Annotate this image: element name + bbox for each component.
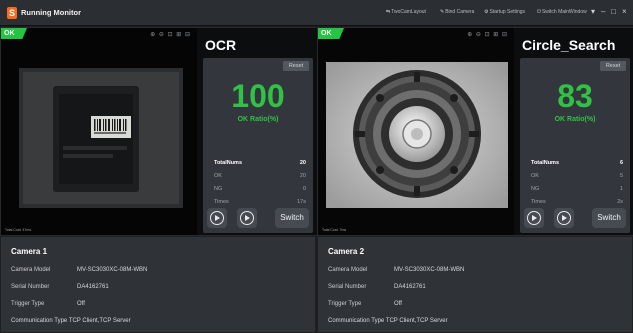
camera-1-panel: OK ⊕ ⊖ ⊡ ⊞ ⊟ Total Cost: 47ms OCR Reset … [0, 27, 317, 236]
bind-camera-label: Bind Camera [445, 9, 475, 15]
info-row-serial-number: Serial Number DA4162761 [328, 284, 426, 290]
zoom-tools-icon[interactable]: ⊕ ⊖ ⊡ ⊞ ⊟ [150, 31, 191, 38]
info-row-camera-model: Camera Model MV-SC3030XC-08M-WBN [11, 267, 147, 273]
reset-button[interactable]: Reset [283, 61, 309, 71]
stat-label: NG [214, 186, 223, 192]
stat-row-totalnums: TotalNums 6 [531, 158, 623, 168]
app-logo-icon: S [7, 7, 17, 19]
stat-label: NG [531, 186, 540, 192]
info-value: Off [394, 301, 402, 307]
stat-row-times: Times 2s [531, 197, 623, 207]
startup-settings-icon: ⚙ [484, 9, 489, 15]
stat-value: 2s [617, 199, 623, 205]
switch-window-icon: ⏻ [537, 9, 541, 15]
camera-1-info-panel: Camera 1 Camera Model MV-SC3030XC-08M-WBN… [0, 236, 316, 333]
camera-2-panel: OK ⊕ ⊖ ⊡ ⊞ ⊟ Total Cost: 7ms Circle_Sear… [317, 27, 633, 236]
switch-mainwindow-label: Switch MainWindow [541, 9, 587, 15]
stat-value: 1 [619, 186, 623, 192]
stat-row-ng: NG 1 [531, 184, 623, 194]
stat-value: 6 [619, 160, 623, 166]
ok-ratio-label: OK Ratio(%) [237, 116, 279, 123]
startup-settings-label: Startup Settings [489, 9, 526, 15]
ok-ratio-value: 100 [231, 78, 285, 114]
info-label: Trigger Type [328, 301, 362, 307]
stat-row-ok: OK 5 [531, 171, 623, 181]
title-bar: S Running Monitor ⇆TwoCamLayout ✎Bind Ca… [0, 0, 633, 26]
stat-label: TotalNums [214, 160, 243, 166]
stat-value: 5 [619, 173, 623, 179]
info-value: TCP Client,TCP Server [68, 318, 131, 324]
single-run-button[interactable] [524, 208, 544, 228]
reset-button[interactable]: Reset [600, 61, 626, 71]
camera-title: Camera 1 [11, 247, 48, 256]
zoom-tools-icon[interactable]: ⊕ ⊖ ⊡ ⊞ ⊟ [467, 31, 508, 38]
ok-ratio-label: OK Ratio(%) [554, 116, 596, 123]
info-row-camera-model: Camera Model MV-SC3030XC-08M-WBN [328, 267, 464, 273]
info-label: Serial Number [11, 284, 50, 290]
info-value: DA4162761 [77, 284, 109, 290]
info-label: Camera Model [328, 267, 368, 273]
stat-value: 20 [299, 173, 306, 179]
recipe-title: Circle_Search [522, 37, 616, 53]
stat-row-times: Times 17s [214, 197, 306, 207]
info-row-communication-type: Communication Type TCP Client,TCP Server [11, 318, 131, 324]
startup-settings-button[interactable]: ⚙Startup Settings [484, 9, 525, 15]
stat-label: OK [214, 173, 222, 179]
single-run-button[interactable] [207, 208, 227, 228]
camera-2-stats-panel: Circle_Search Reset 83 OK Ratio(%) Total… [516, 28, 633, 235]
stat-row-ng: NG 0 [214, 184, 306, 194]
minimize-icon[interactable]: – [601, 7, 605, 17]
info-row-trigger-type: Trigger Type Off [11, 301, 85, 307]
info-value: MV-SC3030XC-08M-WBN [77, 267, 148, 273]
recipe-title: OCR [205, 37, 237, 53]
stats-card: Reset 83 OK Ratio(%) TotalNums 6 OK 5 NG… [520, 58, 630, 233]
info-row-serial-number: Serial Number DA4162761 [11, 284, 109, 290]
info-label: Trigger Type [11, 301, 45, 307]
continuous-run-button[interactable] [554, 208, 574, 228]
info-value: TCP Client,TCP Server [385, 318, 448, 324]
continuous-run-button[interactable] [237, 208, 257, 228]
stat-value: 17s [297, 199, 306, 205]
stat-label: OK [531, 173, 539, 179]
info-row-communication-type: Communication Type TCP Client,TCP Server [328, 318, 448, 324]
total-cost-label: Total Cost: 47ms [5, 228, 32, 232]
camera-2-image-view[interactable]: OK ⊕ ⊖ ⊡ ⊞ ⊟ Total Cost: 7ms [318, 28, 514, 235]
window-title: Running Monitor [21, 8, 81, 17]
stats-card: Reset 100 OK Ratio(%) TotalNums 20 OK 20… [203, 58, 313, 233]
stat-row-ok: OK 20 [214, 171, 306, 181]
stat-row-totalnums: TotalNums 20 [214, 158, 306, 168]
camera-1-image [1, 28, 197, 235]
pin-icon[interactable]: ▾ [591, 7, 595, 17]
layout-icon: ⇆ [386, 9, 391, 15]
close-icon[interactable]: × [622, 7, 627, 17]
info-value: DA4162761 [394, 284, 426, 290]
stat-label: Times [214, 199, 229, 205]
stat-label: TotalNums [531, 160, 560, 166]
layout-button[interactable]: ⇆TwoCamLayout [386, 9, 426, 15]
info-row-trigger-type: Trigger Type Off [328, 301, 402, 307]
info-label: Serial Number [328, 284, 367, 290]
camera-1-image-view[interactable]: OK ⊕ ⊖ ⊡ ⊞ ⊟ Total Cost: 47ms [1, 28, 197, 235]
switch-button[interactable]: Switch [275, 208, 309, 228]
switch-button[interactable]: Switch [592, 208, 626, 228]
info-label: Communication Type [11, 318, 68, 324]
ok-ratio-value: 83 [557, 78, 593, 114]
info-label: Camera Model [11, 267, 51, 273]
info-label: Communication Type [328, 318, 385, 324]
bind-camera-icon: ✎ [440, 9, 445, 15]
camera-2-image [318, 28, 514, 235]
stat-value: 20 [299, 160, 306, 166]
stat-label: Times [531, 199, 546, 205]
info-value: MV-SC3030XC-08M-WBN [394, 267, 465, 273]
camera-1-stats-panel: OCR Reset 100 OK Ratio(%) TotalNums 20 O… [199, 28, 317, 235]
maximize-icon[interactable]: □ [611, 7, 616, 17]
camera-title: Camera 2 [328, 247, 365, 256]
info-value: Off [77, 301, 85, 307]
camera-2-info-panel: Camera 2 Camera Model MV-SC3030XC-08M-WBN… [317, 236, 633, 333]
switch-mainwindow-button[interactable]: ⏻Switch MainWindow [537, 9, 587, 15]
total-cost-label: Total Cost: 7ms [322, 228, 347, 232]
stat-value: 0 [302, 186, 306, 192]
layout-label: TwoCamLayout [391, 9, 426, 15]
bind-camera-button[interactable]: ✎Bind Camera [440, 9, 474, 15]
